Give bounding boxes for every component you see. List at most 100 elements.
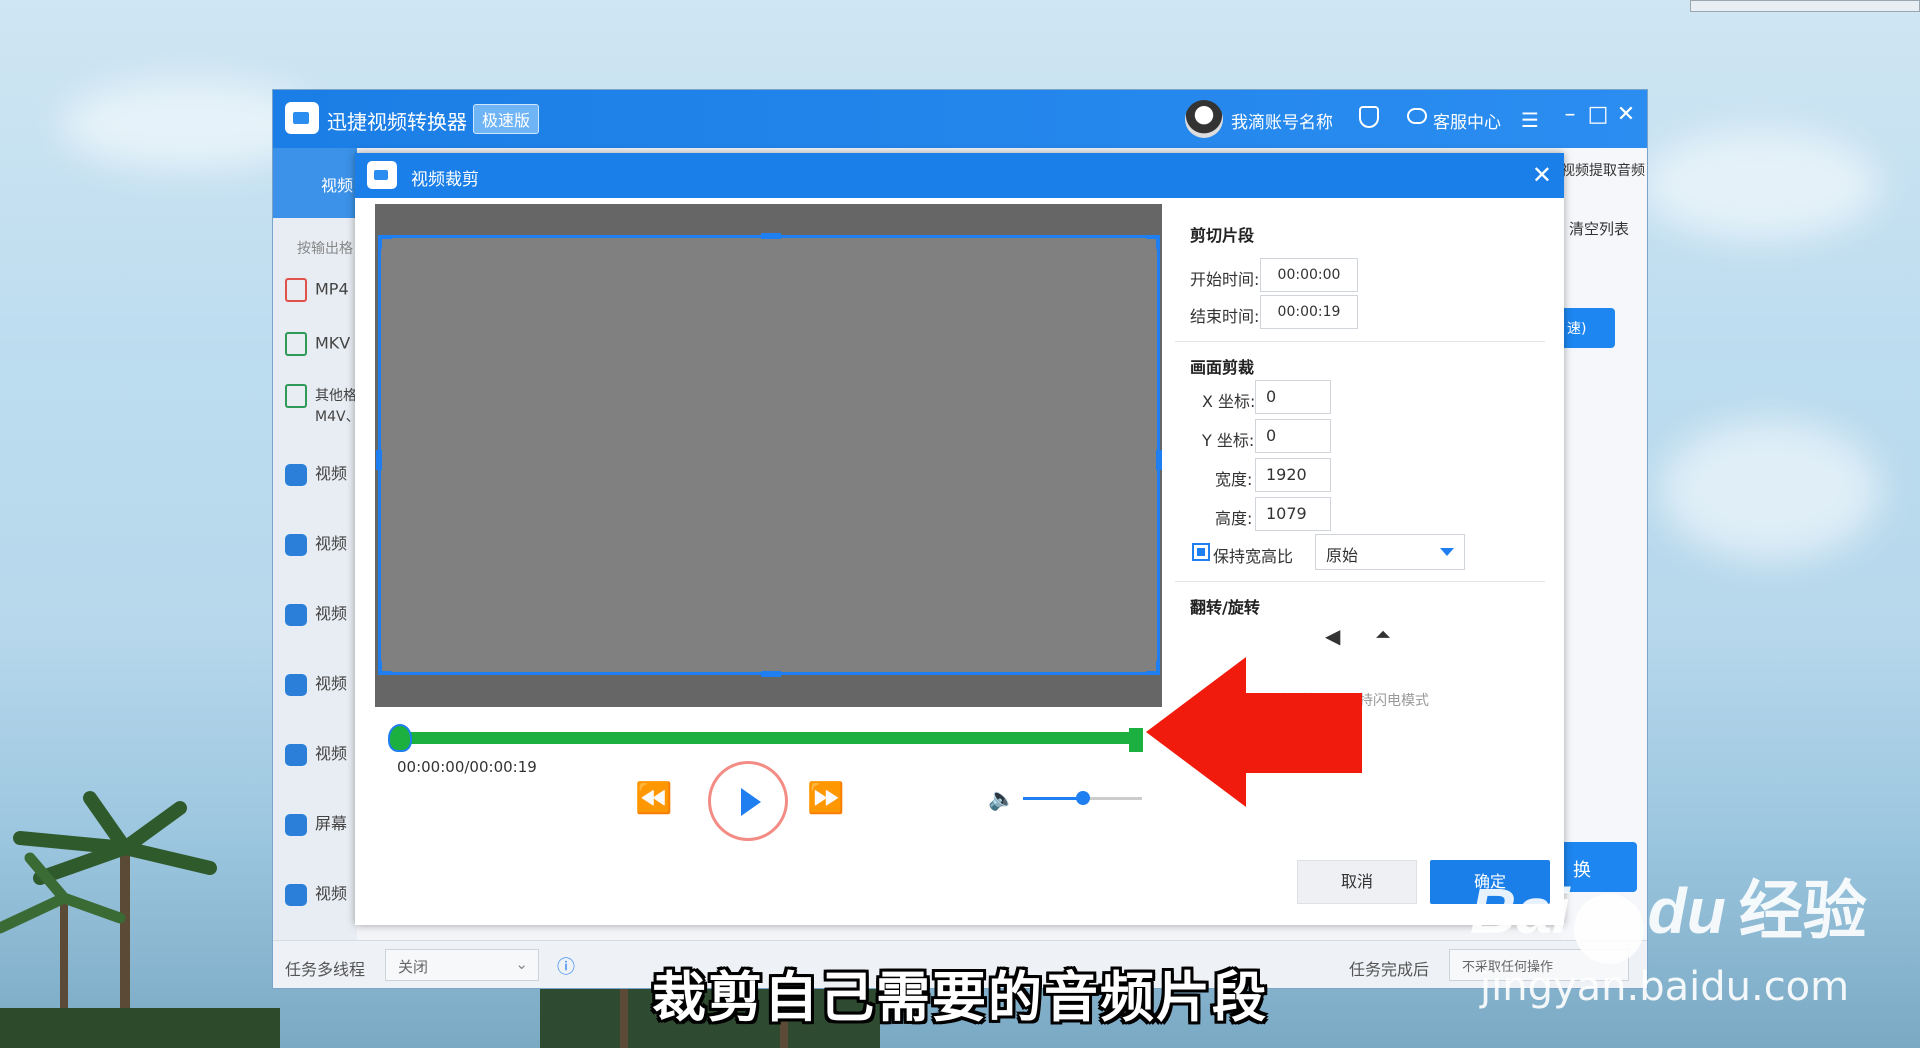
crop-edge-handle[interactable] [1156,450,1162,470]
video-icon [285,463,307,486]
mkv-icon [285,332,307,356]
volume-fill [1023,797,1083,800]
sidebar-nav-item[interactable]: 视频 [285,530,347,556]
avatar[interactable] [1185,100,1223,138]
trim-timeline[interactable] [395,732,1136,744]
keep-ratio-label: 保持宽高比 [1213,547,1294,566]
watermark-url: jingyan.baidu.com [1480,963,1850,1010]
other-format-icon [285,384,307,408]
clear-list-button[interactable]: 清空列表 [1569,218,1629,239]
sidebar-nav-item[interactable]: 视频 [285,670,347,696]
watermark-brand: Bai [1470,875,1570,947]
app-title-bar: 迅捷视频转换器 极速版 我滴账号名称 客服中心 ☰ – □ ✕ [273,90,1647,148]
crop-corner-handle[interactable] [1146,235,1160,249]
account-name[interactable]: 我滴账号名称 [1231,108,1333,133]
start-time-value: 00:00:00 [1277,267,1341,283]
service-center-link[interactable]: 客服中心 [1433,108,1501,133]
format-label: MP4 [315,279,349,299]
flip-horizontal-icon[interactable]: ◀ [1325,624,1340,648]
speed-label: 速) [1567,321,1587,337]
nav-label: 视频 [315,464,348,483]
app-sidebar: 视频 按输出格 MP4 MKV 其他格 M4V、 视频 视频 视频 视频 视频 … [273,148,360,942]
sidebar-header[interactable]: 视频 [273,148,357,218]
extract-audio-link[interactable]: 视频提取音频 [1561,160,1645,180]
rewind-icon[interactable]: ⏪ [635,781,672,816]
crop-edge-handle[interactable] [761,671,781,677]
start-time-label: 开始时间: [1190,270,1260,289]
pointer-arrow-body [1244,693,1362,773]
sidebar-nav-item[interactable]: 视频 [285,600,347,626]
screen-record-icon [285,813,307,836]
minimize-icon[interactable]: – [1557,102,1583,127]
width-field[interactable]: 1920 [1255,458,1331,492]
video-icon [285,533,307,556]
nav-label: 屏幕 [315,814,348,833]
sidebar-nav-item[interactable]: 屏幕 [285,810,347,836]
crop-edge-handle[interactable] [761,233,781,239]
speed-dropdown-button[interactable]: 速) [1561,308,1615,348]
format-item-mkv[interactable]: MKV [285,332,350,356]
sky-cloud [1660,420,1880,560]
fast-forward-icon[interactable]: ⏩ [807,781,844,816]
sidebar-nav-item[interactable]: 视频 [285,460,347,486]
divider [1175,581,1545,582]
y-field[interactable]: 0 [1255,419,1331,453]
video-icon [285,883,307,906]
nav-label: 视频 [315,744,348,763]
end-time-field[interactable]: 00:00:19 [1260,295,1358,329]
watermark-brand-cn: 经验 [1738,875,1867,947]
play-button[interactable] [708,761,788,841]
menu-icon[interactable]: ☰ [1521,108,1539,132]
close-icon[interactable]: ✕ [1613,102,1639,127]
time-readout: 00:00:00/00:00:19 [397,758,537,776]
watermark-brand-tail: du [1647,875,1726,947]
keep-ratio-checkbox[interactable] [1192,543,1210,561]
background-window-edge [1690,0,1920,12]
flip-section-title: 翻转/旋转 [1190,598,1260,617]
flip-vertical-icon[interactable]: ⏶ [1375,622,1391,646]
height-label: 高度: [1215,509,1253,528]
dialog-close-icon[interactable]: ✕ [1532,161,1552,189]
chat-icon[interactable] [1407,108,1427,124]
mp4-icon [285,278,307,302]
trim-start-handle[interactable] [388,724,412,752]
cut-section-title: 剪切片段 [1190,226,1255,245]
crop-section-title: 画面剪裁 [1190,358,1255,377]
chevron-down-icon [1440,548,1454,556]
x-value: 0 [1266,387,1277,406]
ratio-select-value: 原始 [1326,546,1359,565]
start-time-field[interactable]: 00:00:00 [1260,258,1358,292]
cancel-button[interactable]: 取消 [1297,860,1417,904]
maximize-icon[interactable]: □ [1585,102,1611,127]
y-value: 0 [1266,426,1277,445]
video-icon [285,673,307,696]
volume-knob[interactable] [1075,791,1090,805]
dialog-title-bar: 视频裁剪 ✕ [355,153,1564,198]
crop-corner-handle[interactable] [378,661,392,675]
crop-area[interactable] [376,233,1162,677]
crop-corner-handle[interactable] [378,235,392,249]
play-icon [741,788,761,816]
format-label: 其他格 [315,388,357,404]
shield-icon[interactable] [1359,106,1379,128]
x-field[interactable]: 0 [1255,380,1331,414]
dialog-logo-icon [367,161,397,189]
app-right-panel: 视频提取音频 清空列表 速) 换 [1561,148,1647,942]
crop-edge-handle[interactable] [376,450,382,470]
video-preview [375,204,1162,707]
volume-icon[interactable]: 🔈 [988,787,1015,812]
width-value: 1920 [1266,465,1307,484]
trim-end-handle[interactable] [1129,728,1143,752]
nav-label: 视频 [315,884,348,903]
edition-badge: 极速版 [473,104,540,134]
sidebar-nav-item[interactable]: 视频 [285,880,347,906]
output-format-hint: 按输出格 [297,241,353,257]
sidebar-nav-item[interactable]: 视频 [285,740,347,766]
x-label: X 坐标: [1202,392,1256,411]
format-item-other[interactable]: 其他格 [285,384,357,408]
dialog-title: 视频裁剪 [411,170,479,190]
ratio-select[interactable]: 原始 [1315,534,1465,570]
paw-logo-icon [1573,893,1644,964]
format-item-mp4[interactable]: MP4 [285,278,349,302]
height-field[interactable]: 1079 [1255,497,1331,531]
